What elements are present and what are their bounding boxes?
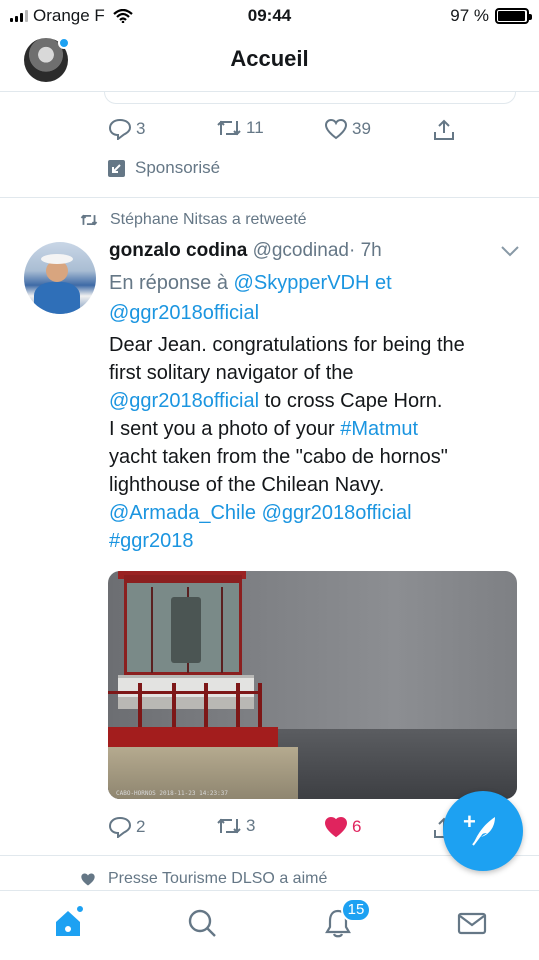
- mention-link[interactable]: @ggr2018official: [109, 302, 259, 324]
- user-handle[interactable]: @gcodinad: [253, 240, 349, 261]
- retweet-count: 11: [246, 118, 264, 137]
- compose-button[interactable]: +: [443, 791, 523, 871]
- tweet-line: I sent you a photo of your: [109, 418, 341, 440]
- tab-search[interactable]: [186, 907, 218, 944]
- share-icon: [434, 119, 454, 140]
- reply-et: et: [375, 272, 392, 294]
- retweet-context-text: Stéphane Nitsas a retweeté: [110, 211, 307, 228]
- retweet-icon: [80, 214, 98, 226]
- home-unread-dot: [75, 904, 85, 914]
- retweet-button[interactable]: 3: [216, 816, 255, 836]
- tweet-line: Dear Jean. congratulations for being the: [109, 334, 465, 356]
- share-button[interactable]: [432, 118, 456, 142]
- hashtag-link[interactable]: #ggr2018: [109, 530, 194, 552]
- hashtag-link[interactable]: #Matmut: [340, 418, 418, 440]
- sponsored-text: Sponsorisé: [135, 158, 221, 177]
- chevron-down-icon[interactable]: [500, 244, 520, 258]
- like-button[interactable]: 6: [324, 816, 361, 838]
- tweet-header[interactable]: gonzalo codina @gcodinad· 7h: [109, 240, 382, 262]
- tab-bar: [0, 890, 539, 960]
- user-avatar[interactable]: [24, 242, 96, 314]
- reply-button[interactable]: 3: [108, 118, 145, 140]
- tweet-line: yacht taken from the "cabo de hornos": [109, 446, 448, 468]
- reply-count: 3: [136, 119, 146, 138]
- divider: [0, 197, 539, 198]
- plus-icon: +: [463, 809, 476, 834]
- sponsored-label: Sponsorisé: [108, 158, 220, 178]
- reply-context: En réponse à @SkypperVDH et @ggr2018offi…: [109, 268, 519, 328]
- battery-group: 97 %: [450, 6, 532, 26]
- top-header: Accueil: [0, 32, 539, 92]
- tweet-line: first solitary navigator of the: [109, 362, 354, 384]
- tweet-actions: 2 3 6: [108, 816, 468, 846]
- retweet-icon: [217, 120, 241, 136]
- tweet-text: Dear Jean. congratulations for being the…: [109, 331, 519, 555]
- mention-link[interactable]: @Armada_Chile: [109, 502, 256, 524]
- sponsored-icon: [108, 159, 125, 177]
- heart-icon: [324, 118, 348, 140]
- battery-icon: [495, 8, 532, 24]
- retweet-count: 3: [246, 816, 256, 835]
- retweet-context[interactable]: Stéphane Nitsas a retweeté: [80, 211, 307, 229]
- heart-icon: [81, 873, 95, 885]
- reply-count: 2: [136, 817, 146, 836]
- reply-icon: [108, 816, 132, 838]
- like-context[interactable]: Presse Tourisme DLSO a aimé: [80, 870, 327, 888]
- tweet-line: to cross Cape Horn.: [259, 390, 443, 412]
- page-title: Accueil: [230, 46, 309, 71]
- reply-button[interactable]: 2: [108, 816, 145, 838]
- previous-card-edge: [104, 92, 516, 104]
- like-context-text: Presse Tourisme DLSO a aimé: [108, 870, 328, 887]
- mail-icon: [457, 912, 487, 935]
- tweet-line: lighthouse of the Chilean Navy.: [109, 474, 385, 496]
- like-count: 39: [352, 119, 371, 138]
- mention-link[interactable]: @ggr2018official: [262, 502, 412, 524]
- photo-timestamp: CABO-HORNOS 2018-11-23 14:23:37: [116, 790, 228, 797]
- search-icon: [188, 909, 216, 937]
- previous-tweet-actions: 3 11 39: [108, 118, 468, 148]
- reply-prefix: En réponse à: [109, 272, 228, 294]
- status-bar: Orange F 09:44 97 %: [0, 0, 539, 32]
- battery-percent: 97 %: [450, 6, 489, 25]
- tweet-photo[interactable]: CABO-HORNOS 2018-11-23 14:23:37: [108, 571, 517, 799]
- like-button[interactable]: 39: [324, 118, 371, 140]
- tab-messages[interactable]: [456, 907, 488, 944]
- user-name[interactable]: gonzalo codina: [109, 240, 247, 261]
- mention-link[interactable]: @SkypperVDH: [234, 272, 370, 294]
- retweet-button[interactable]: 11: [216, 118, 264, 138]
- reply-icon: [108, 118, 132, 140]
- retweet-icon: [217, 818, 241, 834]
- notifications-badge: 15: [341, 898, 371, 922]
- like-count: 6: [352, 817, 362, 836]
- heart-icon: [324, 816, 348, 838]
- tweet-time: · 7h: [348, 240, 382, 261]
- mention-link[interactable]: @ggr2018official: [109, 390, 259, 412]
